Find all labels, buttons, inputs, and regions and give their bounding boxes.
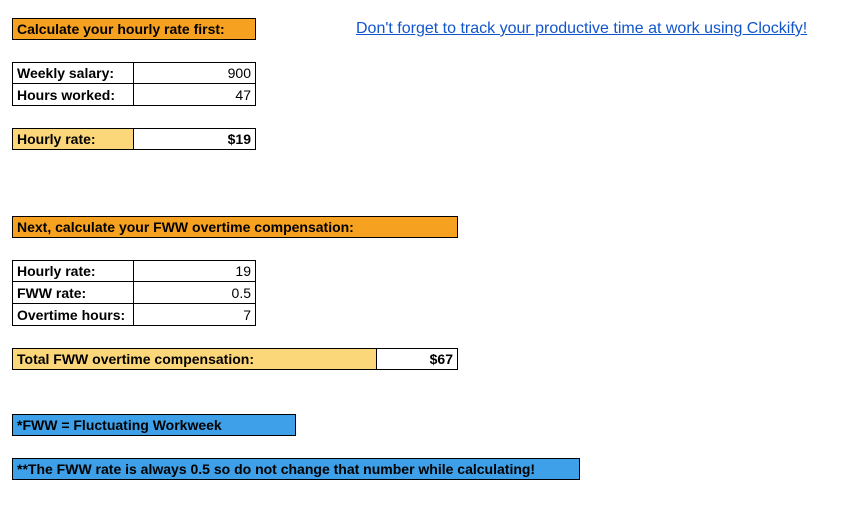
table-row: Overtime hours: 7 (12, 304, 256, 326)
table-row: FWW rate: 0.5 (12, 282, 256, 304)
note-fww-definition: *FWW = Fluctuating Workweek (12, 414, 296, 436)
table-row: Hourly rate: 19 (12, 260, 256, 282)
table-row: Hours worked: 47 (12, 84, 256, 106)
hours-worked-value: 47 (134, 84, 256, 106)
fww-table: Hourly rate: 19 FWW rate: 0.5 Overtime h… (12, 260, 256, 326)
weekly-salary-label: Weekly salary: (12, 62, 134, 84)
fww-rate-label: FWW rate: (12, 282, 134, 304)
table-row: Weekly salary: 900 (12, 62, 256, 84)
section2-title: Next, calculate your FWW overtime compen… (12, 216, 458, 238)
section1-title: Calculate your hourly rate first: (12, 18, 256, 40)
total-label: Total FWW overtime compensation: (12, 348, 377, 370)
clockify-link[interactable]: Don't forget to track your productive ti… (356, 20, 807, 38)
total-value: $67 (377, 348, 458, 370)
salary-table: Weekly salary: 900 Hours worked: 47 (12, 62, 256, 106)
overtime-hours-label: Overtime hours: (12, 304, 134, 326)
fww-hourly-rate-value: 19 (134, 260, 256, 282)
hours-worked-label: Hours worked: (12, 84, 134, 106)
hourly-rate-label: Hourly rate: (12, 128, 134, 150)
note-fww-rate: **The FWW rate is always 0.5 so do not c… (12, 458, 580, 480)
hourly-rate-value: $19 (134, 128, 256, 150)
fww-rate-value: 0.5 (134, 282, 256, 304)
overtime-hours-value: 7 (134, 304, 256, 326)
fww-hourly-rate-label: Hourly rate: (12, 260, 134, 282)
weekly-salary-value: 900 (134, 62, 256, 84)
